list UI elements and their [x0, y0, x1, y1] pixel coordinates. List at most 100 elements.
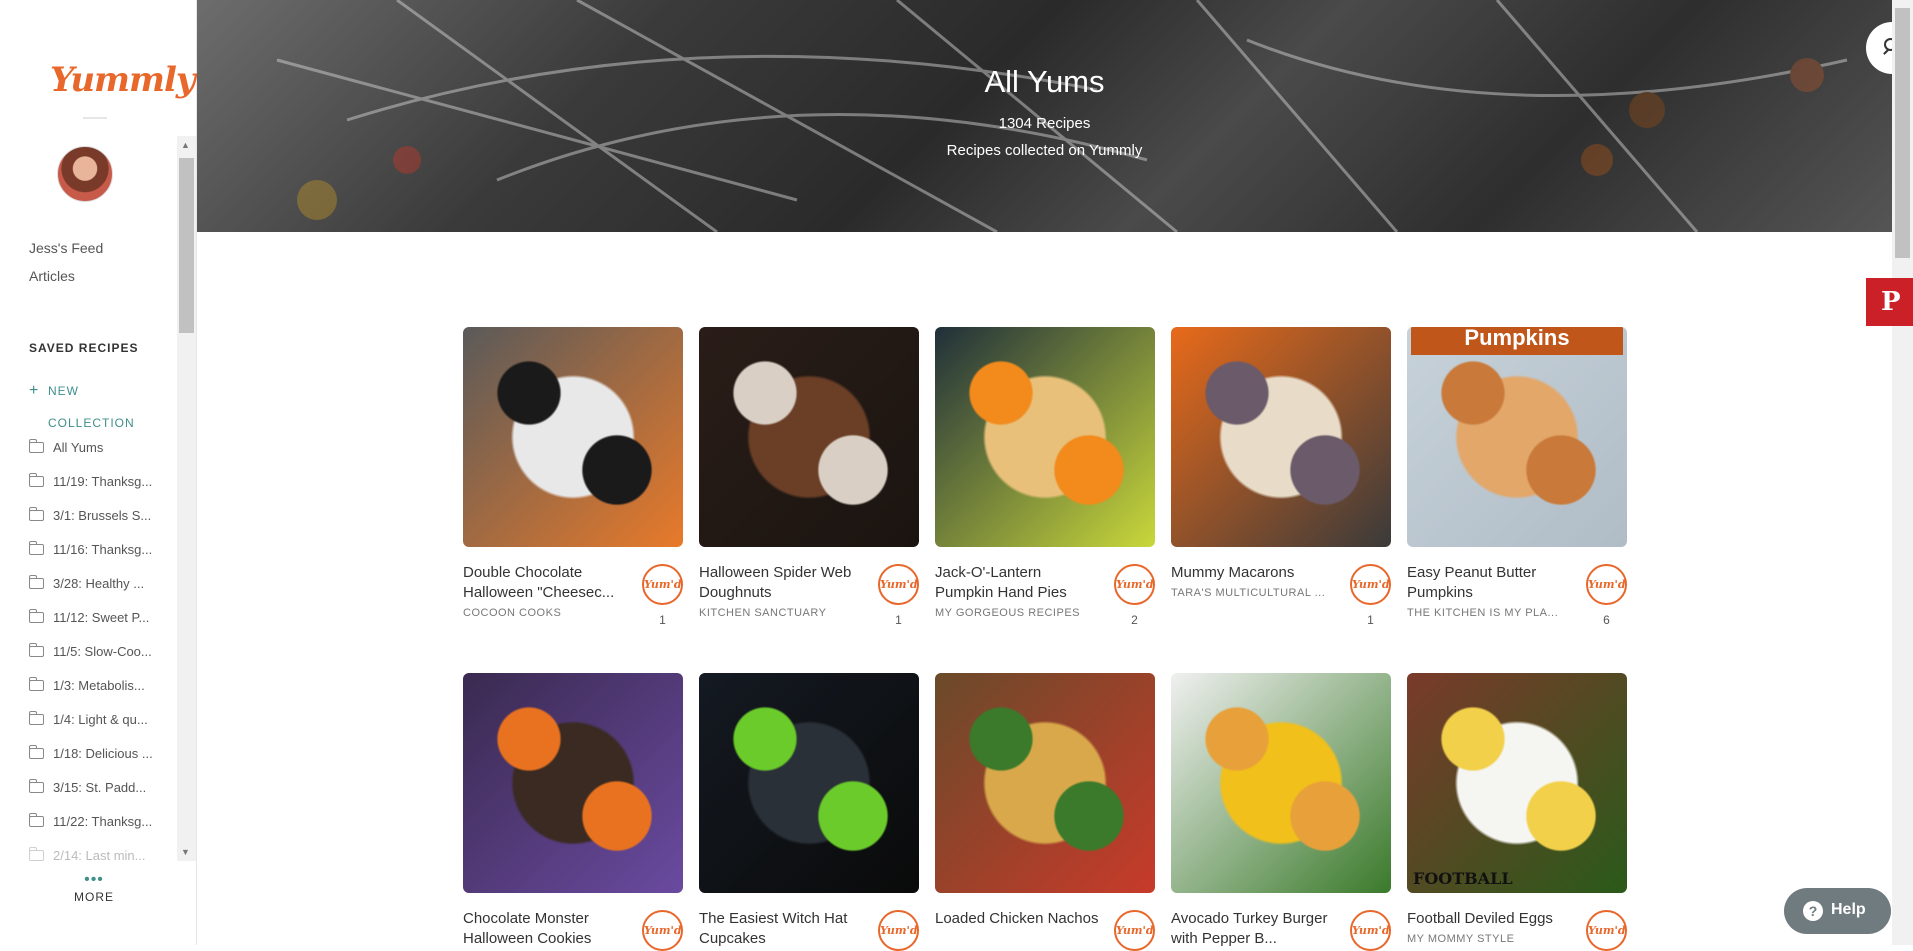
- yum-button[interactable]: Yum'd: [1350, 564, 1391, 605]
- recipe-image[interactable]: Pumpkins: [1407, 327, 1627, 547]
- sidebar-link-articles[interactable]: Articles: [29, 268, 75, 284]
- recipe-source[interactable]: KITCHEN SANCTUARY: [699, 607, 864, 619]
- recipe-image[interactable]: [699, 327, 919, 547]
- plus-icon: +: [29, 382, 40, 399]
- folder-icon: [29, 779, 44, 793]
- collection-label: 11/22: Thanksg...: [53, 814, 153, 829]
- collection-label: 11/5: Slow-Coo...: [53, 644, 152, 659]
- recipe-source[interactable]: COCOON COOKS: [463, 607, 628, 619]
- help-button[interactable]: ? Help: [1784, 888, 1891, 934]
- page-title: All Yums: [984, 64, 1105, 99]
- saved-recipes-heading: SAVED RECIPES: [29, 341, 139, 355]
- recipe-title[interactable]: Loaded Chicken Nachos: [935, 909, 1100, 929]
- recipe-title[interactable]: The Easiest Witch Hat Cupcakes: [699, 909, 864, 949]
- yum-button[interactable]: Yum'd: [1586, 564, 1627, 605]
- folder-icon: [29, 643, 44, 657]
- yum-button[interactable]: Yum'd: [642, 564, 683, 605]
- recipe-image[interactable]: [935, 327, 1155, 547]
- recipe-title[interactable]: Double Chocolate Halloween "Cheesec...: [463, 563, 628, 603]
- pinterest-share-button[interactable]: P: [1866, 278, 1913, 326]
- collection-item[interactable]: 3/28: Healthy ...: [29, 574, 169, 608]
- recipe-source[interactable]: TARA'S MULTICULTURAL ...: [1171, 587, 1336, 599]
- collection-item[interactable]: 3/1: Brussels S...: [29, 506, 169, 540]
- hero-banner: All Yums 1304 Recipes Recipes collected …: [197, 0, 1892, 232]
- logo-divider: [83, 117, 107, 119]
- collection-item[interactable]: 11/12: Sweet P...: [29, 608, 169, 642]
- yum-count: 1: [659, 613, 666, 627]
- collection-item[interactable]: 1/4: Light & qu...: [29, 710, 169, 744]
- recipe-title[interactable]: Mummy Macarons: [1171, 563, 1336, 583]
- page-scrollbar[interactable]: [1892, 0, 1913, 945]
- yum-button[interactable]: Yum'd: [1114, 564, 1155, 605]
- collection-label: 1/3: Metabolis...: [53, 678, 145, 693]
- collection-label: 11/16: Thanksg...: [53, 542, 153, 557]
- more-dots-icon: •••: [84, 871, 104, 888]
- collection-label: 3/1: Brussels S...: [53, 508, 152, 523]
- collection-item[interactable]: All Yums: [29, 438, 169, 472]
- image-caption: Pumpkins: [1411, 327, 1623, 355]
- recipe-image[interactable]: [463, 673, 683, 893]
- collection-label: All Yums: [53, 440, 104, 455]
- question-icon: ?: [1803, 901, 1823, 921]
- recipe-image[interactable]: [1171, 673, 1391, 893]
- recipe-count: 1304 Recipes: [998, 115, 1091, 132]
- collection-label: 11/19: Thanksg...: [53, 474, 153, 489]
- folder-icon: [29, 575, 44, 589]
- collection-label: 1/18: Delicious ...: [53, 746, 153, 761]
- collection-item[interactable]: 11/22: Thanksg...: [29, 812, 169, 846]
- recipe-title[interactable]: Chocolate Monster Halloween Cookies: [463, 909, 628, 949]
- collection-item[interactable]: 11/19: Thanksg...: [29, 472, 169, 506]
- recipe-image[interactable]: [463, 327, 683, 547]
- recipe-title[interactable]: Halloween Spider Web Doughnuts: [699, 563, 864, 603]
- folder-icon: [29, 711, 44, 725]
- folder-icon: [29, 609, 44, 623]
- collection-label: 2/14: Last min...: [53, 848, 146, 863]
- recipe-title[interactable]: Avocado Turkey Burger with Pepper B...: [1171, 909, 1336, 949]
- help-label: Help: [1831, 901, 1866, 918]
- folder-icon: [29, 813, 44, 827]
- recipe-image[interactable]: FOOTBALL: [1407, 673, 1627, 893]
- more-label: MORE: [74, 890, 114, 904]
- collection-label: 3/15: St. Padd...: [53, 780, 147, 795]
- pinterest-icon: P: [1881, 287, 1901, 317]
- yum-count: 1: [1367, 613, 1374, 627]
- collection-item[interactable]: 2/14: Last min...: [29, 846, 169, 863]
- collection-item[interactable]: 11/5: Slow-Coo...: [29, 642, 169, 676]
- collection-label: 11/12: Sweet P...: [53, 610, 150, 625]
- folder-icon: [29, 847, 44, 861]
- image-caption: FOOTBALL: [1413, 869, 1513, 888]
- collection-item[interactable]: 3/15: St. Padd...: [29, 778, 169, 812]
- yum-count: 1: [895, 613, 902, 627]
- folder-icon: [29, 541, 44, 555]
- recipe-source[interactable]: THE KITCHEN IS MY PLA...: [1407, 607, 1572, 619]
- sidebar-link-feed[interactable]: Jess's Feed: [29, 240, 103, 256]
- search-icon-handle: [1883, 49, 1889, 55]
- yum-button[interactable]: Yum'd: [878, 564, 919, 605]
- collection-item[interactable]: 11/16: Thanksg...: [29, 540, 169, 574]
- avatar[interactable]: [57, 146, 113, 202]
- folder-icon: [29, 439, 44, 453]
- recipe-source[interactable]: MY GORGEOUS RECIPES: [935, 607, 1100, 619]
- collection-label: 1/4: Light & qu...: [53, 712, 148, 727]
- recipe-title[interactable]: Easy Peanut Butter Pumpkins: [1407, 563, 1572, 603]
- scroll-up-arrow-icon[interactable]: ▲: [181, 140, 190, 150]
- recipe-title[interactable]: Jack-O'-Lantern Pumpkin Hand Pies: [935, 563, 1100, 603]
- collection-item[interactable]: 1/3: Metabolis...: [29, 676, 169, 710]
- yummly-logo[interactable]: Yummly: [50, 60, 196, 100]
- yum-count: 6: [1603, 613, 1610, 627]
- page-scroll-thumb[interactable]: [1895, 8, 1910, 258]
- recipe-image[interactable]: [935, 673, 1155, 893]
- folder-icon: [29, 745, 44, 759]
- collection-item[interactable]: 1/18: Delicious ...: [29, 744, 169, 778]
- sidebar: Yummly Jess's Feed Articles SAVED RECIPE…: [0, 0, 197, 945]
- more-button[interactable]: ••• MORE: [72, 871, 116, 905]
- folder-icon: [29, 473, 44, 487]
- recipe-image[interactable]: [1171, 327, 1391, 547]
- scroll-down-arrow-icon[interactable]: ▼: [181, 847, 190, 857]
- new-collection-label: NEW COLLECTION: [48, 384, 135, 430]
- sidebar-scrollbar[interactable]: ▲ ▼: [177, 136, 196, 861]
- recipe-title[interactable]: Football Deviled Eggs: [1407, 909, 1572, 929]
- recipe-image[interactable]: [699, 673, 919, 893]
- recipe-source[interactable]: MY MOMMY STYLE: [1407, 933, 1572, 945]
- sidebar-scroll-thumb[interactable]: [179, 158, 194, 333]
